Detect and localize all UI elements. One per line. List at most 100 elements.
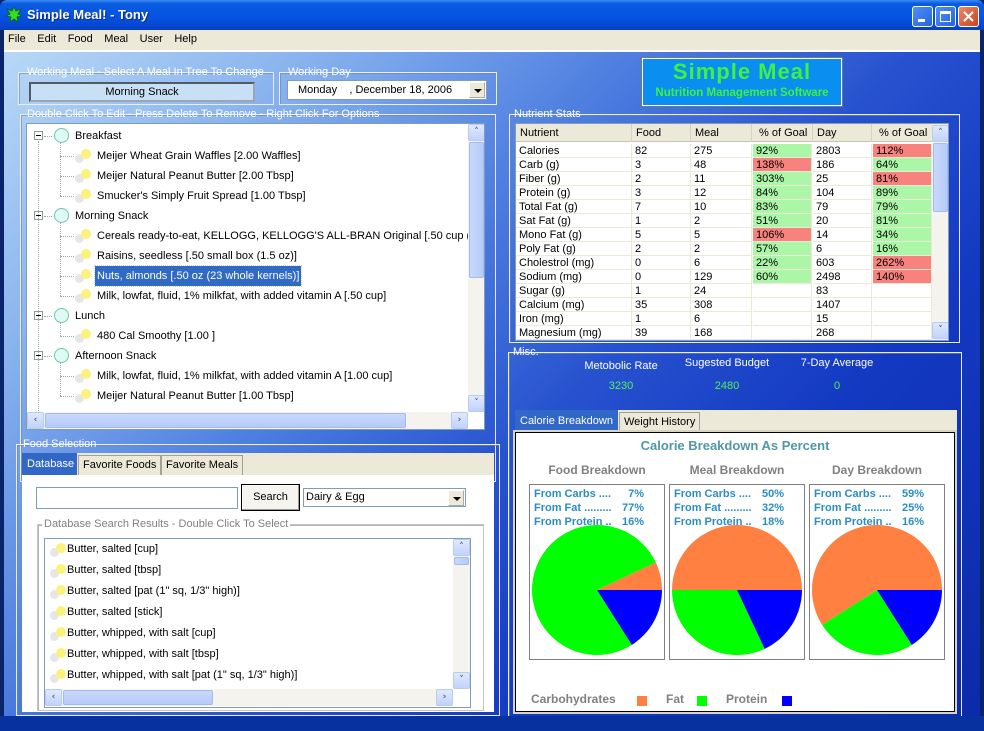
pie-chart bbox=[532, 525, 662, 655]
close-button[interactable] bbox=[958, 6, 979, 27]
table-row[interactable]: Sat Fat (g) 1 2 51% 20 81% bbox=[516, 214, 932, 228]
pie-chart bbox=[812, 525, 942, 655]
tab-favorite-meals[interactable]: Favorite Meals bbox=[161, 455, 244, 475]
tree-food-item[interactable]: 480 Cal Smoothy [1.00 ] bbox=[27, 326, 467, 346]
list-item[interactable]: Butter, salted [stick] bbox=[45, 602, 451, 623]
category-select[interactable]: Dairy & Egg bbox=[303, 488, 466, 507]
table-row[interactable]: Iron (mg) 1 6 15 bbox=[516, 312, 932, 326]
working-day-picker[interactable]: Monday , December 18, 2006 bbox=[287, 80, 487, 100]
minimize-button[interactable] bbox=[912, 6, 933, 27]
search-button[interactable]: Search bbox=[241, 484, 300, 511]
tab-weight-history[interactable]: Weight History bbox=[619, 412, 701, 432]
list-item[interactable]: Butter, salted [cup] bbox=[45, 539, 451, 560]
table-row[interactable]: Fiber (g) 2 11 303% 25 81% bbox=[516, 172, 932, 186]
table-row[interactable]: Total Fat (g) 7 10 83% 79 79% bbox=[516, 200, 932, 214]
tree-meal-node[interactable]: Afternoon Snack bbox=[27, 346, 467, 366]
list-item[interactable]: Butter, whipped, with salt [tbsp] bbox=[45, 644, 451, 665]
breakdown-percent: 77% bbox=[621, 502, 644, 514]
table-row[interactable]: Poly Fat (g) 2 2 57% 6 16% bbox=[516, 242, 932, 256]
date-dropdown-button[interactable] bbox=[469, 82, 485, 98]
table-row[interactable]: Sugar (g) 1 24 83 bbox=[516, 284, 932, 298]
scroll-thumb[interactable] bbox=[469, 142, 484, 278]
tab-calorie-breakdown[interactable]: Calorie Breakdown bbox=[515, 410, 618, 432]
results-horizontal-scrollbar[interactable]: ‹ › bbox=[45, 689, 453, 706]
column-header-day[interactable]: Day bbox=[813, 124, 872, 142]
scroll-down-button[interactable]: ˅ bbox=[468, 395, 484, 412]
scroll-thumb[interactable] bbox=[933, 143, 948, 212]
food-icon bbox=[50, 669, 68, 683]
cell-food: 3 bbox=[632, 158, 691, 172]
cell-day: 268 bbox=[813, 326, 872, 340]
tab-database[interactable]: Database bbox=[22, 453, 77, 475]
table-row[interactable]: Calories 82 275 92% 2803 112% bbox=[516, 144, 932, 158]
scroll-left-button[interactable]: ‹ bbox=[27, 412, 44, 429]
results-vertical-scrollbar[interactable]: ˄ ˅ bbox=[453, 539, 470, 689]
legend-swatch-fat bbox=[697, 696, 707, 706]
scroll-up-button[interactable]: ˄ bbox=[932, 125, 948, 142]
nutrient-table[interactable]: Nutrient Food Meal % of Goal Day % of Go… bbox=[515, 123, 949, 341]
nutrient-table-scrollbar[interactable]: ˄ ˅ bbox=[932, 124, 948, 340]
collapse-icon[interactable] bbox=[34, 131, 43, 140]
menu-meal[interactable]: Meal bbox=[100, 30, 132, 45]
tree-vertical-scrollbar[interactable]: ˄ ˅ bbox=[468, 124, 484, 412]
working-day-label: Working Day bbox=[288, 66, 351, 78]
scroll-up-button[interactable]: ˄ bbox=[453, 539, 470, 556]
scroll-down-button[interactable]: ˅ bbox=[453, 672, 470, 689]
scroll-thumb[interactable] bbox=[63, 690, 213, 705]
column-header-meal[interactable]: Meal bbox=[691, 124, 752, 142]
table-row[interactable]: Carb (g) 3 48 138% 186 64% bbox=[516, 158, 932, 172]
column-header-day-goal[interactable]: % of Goal bbox=[872, 124, 933, 142]
tree-food-item[interactable]: Meijer Wheat Grain Waffles [2.00 Waffles… bbox=[27, 146, 467, 166]
table-row[interactable]: Magnesium (mg) 39 168 268 bbox=[516, 326, 932, 340]
tree-food-item[interactable]: Nuts, almonds [.50 oz (23 whole kernels)… bbox=[27, 265, 467, 287]
scroll-down-button[interactable]: ˅ bbox=[932, 322, 948, 339]
cell-day: 83 bbox=[813, 284, 872, 298]
scroll-up-button[interactable]: ˄ bbox=[468, 124, 484, 141]
table-row[interactable]: Sodium (mg) 0 129 60% 2498 140% bbox=[516, 270, 932, 284]
table-row[interactable]: Calcium (mg) 35 308 1407 bbox=[516, 298, 932, 312]
list-item[interactable]: Butter, whipped, with salt [pat (1" sq, … bbox=[45, 665, 451, 686]
list-item[interactable]: Butter, salted [tbsp] bbox=[45, 560, 451, 581]
tree-horizontal-scrollbar[interactable]: ‹ › bbox=[27, 412, 468, 429]
tree-food-item[interactable]: Smucker's Simply Fruit Spread [1.00 Tbsp… bbox=[27, 186, 467, 206]
chart-title: Calorie Breakdown As Percent bbox=[640, 438, 830, 453]
scroll-left-button[interactable]: ‹ bbox=[45, 689, 62, 706]
tab-favorite-foods[interactable]: Favorite Foods bbox=[78, 455, 162, 475]
tree-food-item[interactable]: Milk, lowfat, fluid, 1% milkfat, with ad… bbox=[27, 366, 467, 386]
category-dropdown-button[interactable] bbox=[448, 490, 464, 506]
column-header-food[interactable]: Food bbox=[632, 124, 691, 142]
menu-help[interactable]: Help bbox=[170, 30, 201, 45]
tree-food-label: Raisins, seedless [.50 small box (1.5 oz… bbox=[97, 250, 297, 262]
cell-meal-goal bbox=[753, 312, 812, 326]
tree-food-item[interactable]: Meijer Natural Peanut Butter [1.00 Tbsp] bbox=[27, 386, 467, 406]
tree-food-item[interactable]: Milk, lowfat, fluid, 1% milkfat, with ad… bbox=[27, 286, 467, 306]
tree-food-item[interactable]: Cereals ready-to-eat, KELLOGG, KELLOGG'S… bbox=[27, 226, 484, 246]
tree-food-item[interactable]: Raisins, seedless [.50 small box (1.5 oz… bbox=[27, 246, 467, 266]
search-results-list[interactable]: Butter, salted [cup] Butter, salted [tbsp… bbox=[44, 538, 471, 708]
scroll-right-button[interactable]: › bbox=[451, 412, 468, 429]
tree-meal-node[interactable]: Breakfast bbox=[27, 126, 467, 146]
table-row[interactable]: Cholestrol (mg) 0 6 22% 603 262% bbox=[516, 256, 932, 270]
menu-edit[interactable]: Edit bbox=[33, 30, 60, 45]
seven-day-average-value: 0 bbox=[833, 380, 841, 392]
scroll-thumb[interactable] bbox=[454, 557, 469, 565]
scroll-right-button[interactable]: › bbox=[436, 689, 453, 706]
maximize-button[interactable] bbox=[935, 6, 956, 27]
tree-food-item[interactable]: Meijer Natural Peanut Butter [2.00 Tbsp] bbox=[27, 166, 467, 186]
scroll-thumb[interactable] bbox=[45, 413, 406, 428]
list-item[interactable]: Butter, salted [pat (1" sq, 1/3" high)] bbox=[45, 581, 451, 602]
logo-subtitle: Nutrition Management Software bbox=[655, 87, 829, 99]
table-row[interactable]: Mono Fat (g) 5 5 106% 14 34% bbox=[516, 228, 932, 242]
column-header-nutrient[interactable]: Nutrient bbox=[516, 124, 632, 142]
food-search-input[interactable] bbox=[36, 487, 238, 509]
menu-food[interactable]: Food bbox=[64, 30, 97, 45]
column-header-meal-goal[interactable]: % of Goal bbox=[752, 124, 813, 142]
list-item[interactable]: Butter, whipped, with salt [cup] bbox=[45, 623, 451, 644]
food-icon bbox=[75, 189, 93, 203]
meal-tree[interactable]: Breakfast Meijer Wheat Grain Waffles [2.0… bbox=[26, 123, 485, 430]
tree-meal-node[interactable]: Lunch bbox=[27, 306, 467, 326]
table-row[interactable]: Protein (g) 3 12 84% 104 89% bbox=[516, 186, 932, 200]
menu-user[interactable]: User bbox=[136, 30, 167, 45]
menu-file[interactable]: File bbox=[4, 30, 30, 45]
tree-meal-node[interactable]: Morning Snack bbox=[27, 206, 467, 226]
